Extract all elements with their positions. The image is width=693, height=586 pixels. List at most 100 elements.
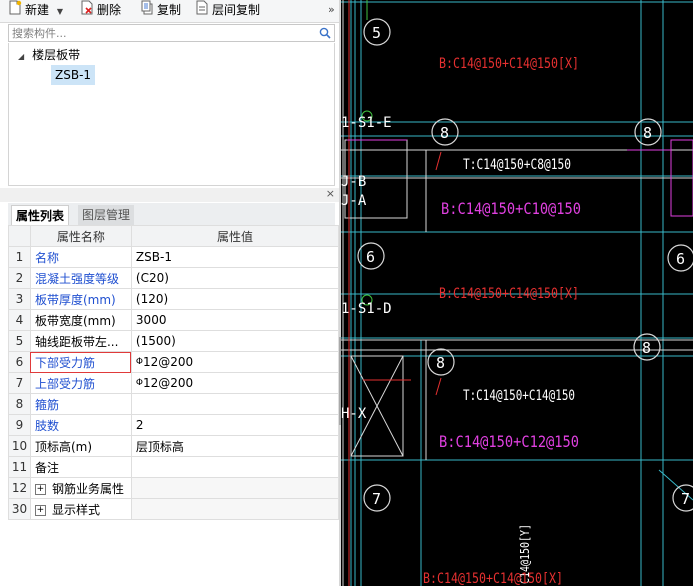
cad-drawing-canvas[interactable]: 5 8 8 6 6 8 8 7 7 B:C14@150+C14@150[X] 1… [341, 0, 693, 586]
copy-icon [140, 0, 154, 21]
property-name: 肢数 [29, 414, 132, 436]
table-row[interactable]: 2 混凝土强度等级 (C20) [8, 267, 340, 289]
rebar-value: 12@200 [143, 355, 194, 369]
axis-number: 8 [643, 124, 652, 142]
new-button-label: 新建 [25, 3, 50, 17]
property-value[interactable]: 3000 [130, 309, 340, 331]
property-value[interactable]: Φ12@200 [130, 351, 340, 373]
property-value[interactable]: 2 [130, 414, 340, 436]
property-name: 箍筋 [29, 393, 132, 415]
row-number: 1 [8, 246, 31, 268]
tree-node-label: 楼层板带 [32, 48, 81, 62]
row-number: 4 [8, 309, 31, 331]
row-number: 3 [8, 288, 31, 310]
row-number: 2 [8, 267, 31, 289]
row-number: 11 [8, 456, 31, 478]
table-row[interactable]: 11 备注 [8, 456, 340, 478]
row-number: 6 [8, 351, 31, 373]
table-row[interactable]: 8 箍筋 [8, 393, 340, 415]
table-row[interactable]: 9 肢数 2 [8, 414, 340, 436]
tab-property-list[interactable]: 属性列表 [11, 205, 70, 225]
property-value[interactable]: Φ12@200 [130, 372, 340, 394]
table-row[interactable]: 5 轴线距板带左... (1500) [8, 330, 340, 352]
table-row[interactable]: 10 顶标高(m) 层顶标高 [8, 435, 340, 457]
dropdown-arrow-icon[interactable]: ▼ [57, 7, 63, 16]
floor-copy-icon [195, 0, 209, 21]
property-value[interactable]: 层顶标高 [130, 435, 340, 457]
property-name: 下部受力筋 [29, 351, 132, 373]
group-label: 钢筋业务属性 [51, 481, 124, 496]
property-value[interactable]: (120) [130, 288, 340, 310]
search-box [8, 24, 335, 42]
table-row-group[interactable]: 12 + 钢筋业务属性 [8, 477, 340, 499]
beam-label: H-X [341, 406, 367, 422]
tree-node-floor-strip[interactable]: ◢ 楼层板带 [18, 46, 80, 64]
floor-copy-button[interactable]: 层间复制 [195, 0, 260, 22]
table-row[interactable]: 4 板带宽度(mm) 3000 [8, 309, 340, 331]
header-property-value: 属性值 [130, 225, 340, 247]
panel-separator: × [0, 187, 341, 202]
copy-button[interactable]: 复制 [140, 0, 181, 22]
delete-button-label: 删除 [97, 3, 122, 17]
row-number: 30 [8, 498, 31, 520]
strip-label: 1-S1-D [341, 301, 392, 317]
header-num [8, 225, 31, 247]
property-name: 顶标高(m) [29, 435, 132, 457]
property-tabs: 属性列表 图层管理 [8, 203, 335, 225]
copy-button-label: 复制 [157, 3, 182, 17]
new-button[interactable]: 新建 ▼ [8, 0, 63, 22]
row-number: 12 [8, 477, 31, 499]
table-row[interactable]: 6 下部受力筋 Φ12@200 [8, 351, 340, 373]
property-value[interactable]: (C20) [130, 267, 340, 289]
property-grid: 属性名称 属性值 1 名称 ZSB-1 2 混凝土强度等级 (C20) 3 板带… [8, 225, 340, 586]
axis-number: 6 [366, 248, 375, 266]
delete-button[interactable]: 删除 [80, 0, 121, 22]
axis-number: 8 [436, 354, 445, 372]
beam-label: J-B [341, 174, 366, 190]
tab-layer-management[interactable]: 图层管理 [78, 205, 135, 225]
collapse-triangle-icon[interactable]: ◢ [18, 52, 24, 61]
header-property-name: 属性名称 [29, 225, 132, 247]
cad-drawing[interactable]: 5 8 8 6 6 8 8 7 7 B:C14@150+C14@150[X] 1… [341, 0, 693, 586]
rebar-symbol: Φ [135, 378, 144, 388]
search-input[interactable] [12, 25, 312, 41]
property-value[interactable] [130, 393, 340, 415]
close-icon[interactable]: × [326, 187, 335, 200]
top-rebar-label: T:C14@150+C8@150 [463, 157, 571, 173]
axis-number: 7 [372, 490, 381, 508]
floor-copy-button-label: 层间复制 [212, 3, 261, 17]
group-label: 显示样式 [51, 502, 100, 517]
table-row[interactable]: 7 上部受力筋 Φ12@200 [8, 372, 340, 394]
property-name: 名称 [29, 246, 132, 268]
axis-number: 8 [440, 124, 449, 142]
rebar-red-lines [348, 0, 442, 586]
axis-number: 6 [676, 250, 685, 268]
table-row[interactable]: 3 板带厚度(mm) (120) [8, 288, 340, 310]
property-name: 混凝土强度等级 [29, 267, 132, 289]
property-value [130, 477, 340, 499]
toolbar: 新建 ▼ 删除 复制 层间复制 » [0, 0, 341, 23]
property-group-name[interactable]: + 钢筋业务属性 [29, 477, 132, 499]
property-value[interactable]: (1500) [130, 330, 340, 352]
axis-number: 5 [372, 24, 381, 42]
toolbar-overflow-button[interactable]: » [328, 0, 335, 22]
table-header: 属性名称 属性值 [8, 225, 340, 247]
table-row[interactable]: 1 名称 ZSB-1 [8, 246, 340, 268]
axis-number: 8 [642, 339, 651, 357]
expand-plus-icon[interactable]: + [34, 483, 46, 495]
axis-number: 7 [681, 490, 690, 508]
bottom-rebar-label: B:C14@150+C10@150 [441, 199, 581, 218]
property-value[interactable]: ZSB-1 [130, 246, 340, 268]
property-name: 板带宽度(mm) [29, 309, 132, 331]
component-tree: ◢ 楼层板带 ZSB-1 [8, 43, 335, 186]
expand-plus-icon[interactable]: + [34, 504, 46, 516]
property-group-name[interactable]: + 显示样式 [29, 498, 132, 520]
tree-node-zsb-1[interactable]: ZSB-1 [51, 65, 96, 85]
property-value[interactable] [130, 456, 340, 478]
search-icon[interactable] [319, 27, 331, 42]
rebar-value: 12@200 [143, 376, 194, 390]
row-number: 10 [8, 435, 31, 457]
new-file-icon [8, 0, 22, 21]
table-row-group[interactable]: 30 + 显示样式 [8, 498, 340, 520]
property-name: 轴线距板带左... [29, 330, 132, 352]
